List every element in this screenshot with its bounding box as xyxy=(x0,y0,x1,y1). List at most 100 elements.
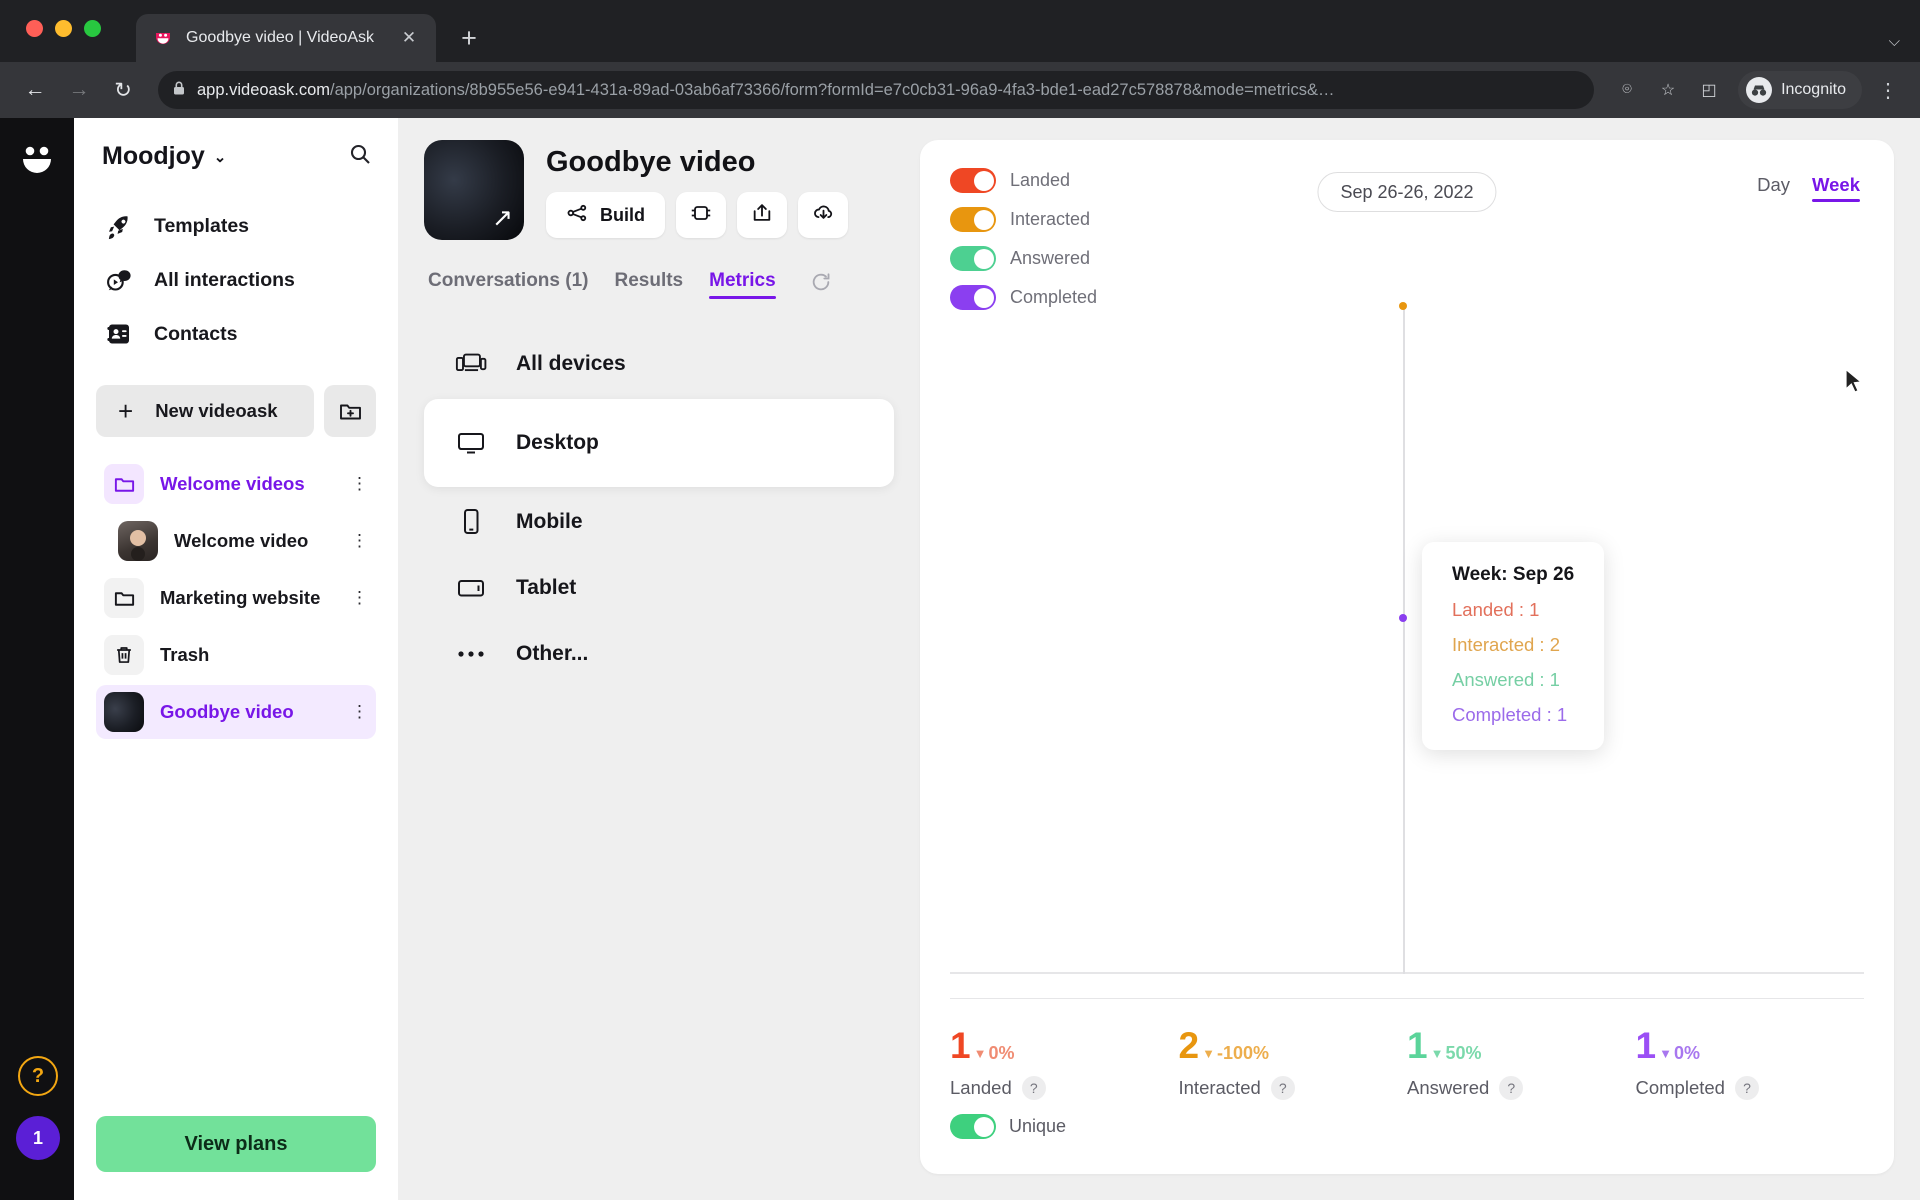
contacts-icon xyxy=(104,319,134,349)
back-button[interactable]: ← xyxy=(16,71,54,109)
tree-item-menu-button[interactable]: ⋮ xyxy=(351,531,368,551)
videoask-logo[interactable] xyxy=(15,138,59,182)
stat-label-row: Completed ? xyxy=(1636,1076,1865,1100)
device-option-desktop[interactable]: Desktop xyxy=(424,399,894,487)
url-path: /app/organizations/8b955e56-e941-431a-89… xyxy=(330,80,1335,99)
search-icon[interactable] xyxy=(348,142,372,171)
tree-item-menu-button[interactable]: ⋮ xyxy=(351,474,368,494)
all-devices-icon xyxy=(454,351,488,377)
legend-toggle-landed[interactable] xyxy=(950,168,996,193)
tree-item-welcome-video[interactable]: Welcome video ⋮ xyxy=(96,514,376,568)
stat-value-row: 2 ▼ -100% xyxy=(1179,1027,1408,1064)
organization-name[interactable]: Moodjoy ⌄ xyxy=(102,142,226,171)
build-button[interactable]: Build xyxy=(546,192,665,238)
usage-badge[interactable]: 1 xyxy=(16,1116,60,1160)
share-button[interactable] xyxy=(737,192,787,238)
help-icon[interactable]: ? xyxy=(1021,1076,1046,1100)
new-videoask-button[interactable]: + New videoask xyxy=(96,385,314,437)
help-button[interactable]: ? xyxy=(18,1056,58,1096)
chart-tooltip: Week: Sep 26 Landed : 1 Interacted : 2 A… xyxy=(1422,542,1604,750)
address-bar[interactable]: app.videoask.com/app/organizations/8b955… xyxy=(158,71,1595,109)
stat-delta: ▼ -100% xyxy=(1202,1043,1269,1064)
date-range-selector[interactable]: Sep 26-26, 2022 xyxy=(1317,172,1497,212)
browser-window: Goodbye video | VideoAsk ✕ + ⌵ ← → ↻ app… xyxy=(0,0,1920,1200)
new-tab-button[interactable]: + xyxy=(450,19,488,57)
tab-metrics[interactable]: Metrics xyxy=(709,270,776,299)
goodbye-video-cover[interactable]: ↗ xyxy=(424,140,524,240)
legend-row-interacted[interactable]: Interacted xyxy=(950,207,1097,232)
side-panel-icon[interactable]: ◰ xyxy=(1692,73,1726,107)
hide-tracking-icon[interactable]: ⌾ xyxy=(1610,73,1644,107)
legend-row-landed[interactable]: Landed xyxy=(950,168,1097,193)
embed-button[interactable] xyxy=(676,192,726,238)
unique-toggle-row[interactable]: Unique xyxy=(950,1114,1179,1139)
rocket-icon xyxy=(104,211,134,241)
legend-toggle-interacted[interactable] xyxy=(950,207,996,232)
open-external-icon[interactable]: ↗ xyxy=(492,206,513,231)
close-tab-button[interactable]: ✕ xyxy=(396,25,422,51)
window-controls[interactable] xyxy=(26,20,101,37)
tree-item-menu-button[interactable]: ⋮ xyxy=(351,588,368,608)
legend-label: Answered xyxy=(1010,248,1091,268)
stat-answered: 1 ▼ 50% Answered ? xyxy=(1407,1027,1636,1148)
chart-point-landed[interactable] xyxy=(1399,614,1407,622)
chart-x-axis xyxy=(950,972,1864,974)
metrics-chart: Week: Sep 26 Landed : 1 Interacted : 2 A… xyxy=(950,270,1864,974)
bookmark-star-icon[interactable]: ☆ xyxy=(1651,73,1685,107)
form-header: ↗ Goodbye video Build xyxy=(424,140,894,240)
form-left-column: ↗ Goodbye video Build Conversations (1) … xyxy=(424,140,894,1174)
close-window-button[interactable] xyxy=(26,20,43,37)
legend-row-answered[interactable]: Answered xyxy=(950,246,1097,271)
granularity-day[interactable]: Day xyxy=(1757,174,1790,202)
tree-item-marketing-website[interactable]: Marketing website ⋮ xyxy=(96,571,376,625)
chart-point-interacted[interactable] xyxy=(1399,302,1407,310)
trash-icon xyxy=(104,635,144,675)
tree-item-menu-button[interactable]: ⋮ xyxy=(351,702,368,722)
metrics-summary-row: 1 ▼ 0% Landed ? Unique 2 ▼ -100% Interac… xyxy=(950,998,1864,1148)
folder-icon xyxy=(104,578,144,618)
sidebar-item-all-interactions[interactable]: All interactions xyxy=(96,255,376,305)
maximize-window-button[interactable] xyxy=(84,20,101,37)
forward-button[interactable]: → xyxy=(60,71,98,109)
tree-item-trash[interactable]: Trash xyxy=(96,628,376,682)
tree-item-welcome-videos[interactable]: Welcome videos ⋮ xyxy=(96,457,376,511)
form-tabs: Conversations (1) Results Metrics xyxy=(424,270,894,299)
help-icon[interactable]: ? xyxy=(1734,1076,1759,1100)
sidebar-item-contacts[interactable]: Contacts xyxy=(96,309,376,359)
tablet-icon xyxy=(454,576,488,600)
tree-item-goodbye-video[interactable]: Goodbye video ⋮ xyxy=(96,685,376,739)
download-button[interactable] xyxy=(798,192,848,238)
stat-value: 2 xyxy=(1178,1025,1200,1066)
incognito-profile-button[interactable]: Incognito xyxy=(1738,71,1862,109)
browser-tab[interactable]: Goodbye video | VideoAsk ✕ xyxy=(136,14,436,62)
chat-play-icon xyxy=(104,265,134,295)
tab-list-menu-button[interactable]: ⌵ xyxy=(1889,33,1900,50)
device-option-all-devices[interactable]: All devices xyxy=(424,333,894,395)
tab-conversations[interactable]: Conversations (1) xyxy=(428,270,588,299)
incognito-label: Incognito xyxy=(1781,81,1846,98)
tooltip-row-interacted: Interacted : 2 xyxy=(1452,634,1560,655)
device-option-mobile[interactable]: Mobile xyxy=(424,491,894,553)
device-option-tablet[interactable]: Tablet xyxy=(424,557,894,619)
organization-row[interactable]: Moodjoy ⌄ xyxy=(96,118,376,179)
tree-item-label: Welcome video xyxy=(174,530,309,551)
granularity-week[interactable]: Week xyxy=(1812,174,1860,202)
refresh-icon[interactable] xyxy=(810,271,832,298)
tab-results[interactable]: Results xyxy=(614,270,683,299)
sidebar-item-templates[interactable]: Templates xyxy=(96,201,376,251)
folder-open-icon xyxy=(104,464,144,504)
browser-menu-button[interactable]: ⋮ xyxy=(1872,78,1904,103)
help-icon[interactable]: ? xyxy=(1270,1076,1295,1100)
device-option-other[interactable]: Other... xyxy=(424,623,894,685)
form-action-buttons: Build xyxy=(546,192,848,238)
minimize-window-button[interactable] xyxy=(55,20,72,37)
legend-toggle-answered[interactable] xyxy=(950,246,996,271)
stat-label: Completed xyxy=(1635,1077,1725,1098)
new-folder-button[interactable] xyxy=(324,385,376,437)
reload-button[interactable]: ↻ xyxy=(104,71,142,109)
unique-toggle[interactable] xyxy=(950,1114,996,1139)
stat-label-row: Interacted ? xyxy=(1179,1076,1408,1100)
view-plans-button[interactable]: View plans xyxy=(96,1116,376,1172)
stat-delta: ▼ 50% xyxy=(1431,1043,1482,1064)
help-icon[interactable]: ? xyxy=(1499,1076,1524,1100)
